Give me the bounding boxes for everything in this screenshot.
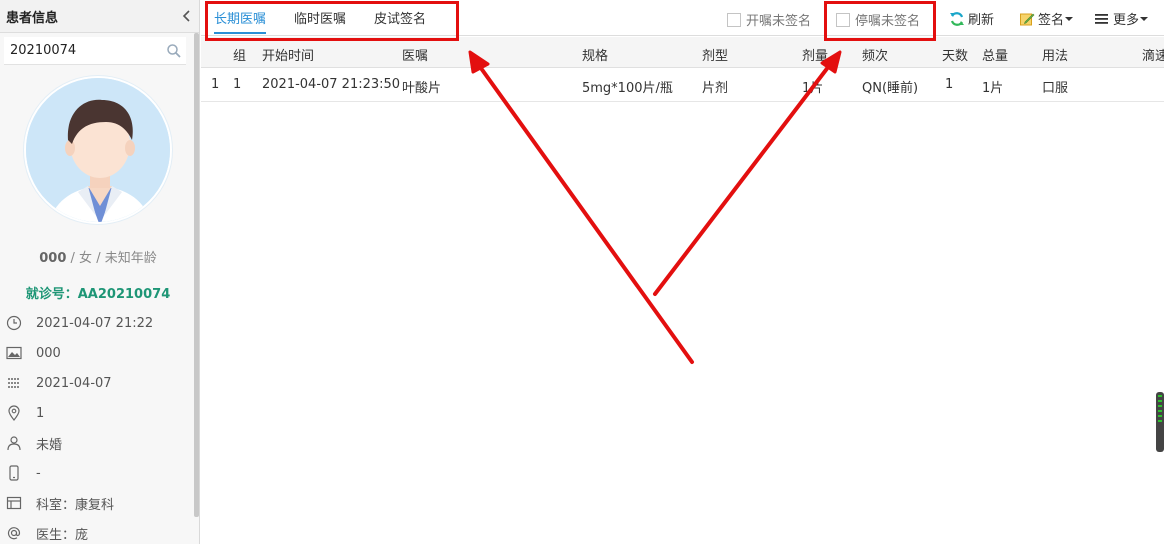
- checkbox-label: 开嘱未签名: [746, 14, 812, 29]
- tab-skin-test-sign[interactable]: 皮试签名: [374, 8, 426, 34]
- cell-dose: 1片: [802, 81, 824, 96]
- info-row-admit-time: 2021-04-07 21:22: [6, 313, 153, 333]
- refresh-button[interactable]: 刷新: [949, 9, 994, 28]
- sign-label: 签名: [1038, 13, 1065, 28]
- patient-gender: 女: [79, 251, 93, 266]
- checkbox-box[interactable]: [836, 12, 850, 27]
- info-text: -: [36, 465, 41, 481]
- more-dropdown-button[interactable]: 更多: [1094, 9, 1152, 28]
- clock-icon: [6, 315, 22, 331]
- sidebar-scrollbar[interactable]: [194, 33, 199, 517]
- at-icon: [7, 527, 21, 540]
- info-text: 医生：庞: [36, 527, 89, 543]
- patient-search-box: [4, 37, 186, 65]
- chevron-down-icon: [1065, 16, 1074, 21]
- column-header-start-time[interactable]: 开始时间: [262, 45, 314, 64]
- sidebar-title: 患者信息: [0, 0, 199, 33]
- chevron-down-icon: [1140, 16, 1149, 21]
- cell-usage: 口服: [1042, 81, 1069, 96]
- info-text: 000: [36, 345, 61, 361]
- cell-group: 1: [233, 77, 242, 92]
- column-header-total[interactable]: 总量: [982, 45, 1008, 64]
- avatar: [24, 76, 172, 224]
- column-header-usage[interactable]: 用法: [1042, 45, 1068, 64]
- sign-dropdown-button[interactable]: 签名: [1019, 9, 1077, 28]
- info-text: 科室：康复科: [36, 497, 115, 513]
- cell-days: 1: [945, 77, 954, 92]
- doctor-avatar-icon: [26, 78, 170, 222]
- patient-info-sidebar: 患者信息 000 / 女 / 未: [0, 0, 200, 544]
- column-header-group[interactable]: 组: [233, 45, 246, 64]
- cell-form: 片剂: [702, 81, 729, 96]
- cell-frequency: QN(睡前): [862, 81, 919, 96]
- search-icon[interactable]: [166, 43, 182, 59]
- column-header-dose[interactable]: 剂量: [802, 45, 828, 64]
- column-header-frequency[interactable]: 频次: [862, 45, 888, 64]
- column-header-spec[interactable]: 规格: [582, 45, 608, 64]
- phone-icon: [9, 465, 19, 481]
- visit-number-value: AA20210074: [77, 287, 171, 302]
- checkbox-label: 停嘱未签名: [855, 14, 921, 29]
- person-icon: [7, 436, 21, 451]
- menu-icon: [1095, 13, 1108, 24]
- orders-table-header: 组 开始时间 医嘱 规格 剂型 剂量 频次 天数 总量 用法 滴速: [201, 37, 1164, 68]
- refresh-icon: [950, 11, 964, 26]
- column-header-days[interactable]: 天数: [942, 45, 968, 64]
- checkbox-box[interactable]: [727, 12, 741, 27]
- info-row-date: 2021-04-07: [6, 373, 112, 393]
- cell-start-time: 2021-04-07 21:23:50: [262, 77, 401, 92]
- calendar-icon: [8, 378, 19, 388]
- table-row[interactable]: 1 1 2021-04-07 21:23:50 叶酸片 5mg*100片/瓶 片…: [201, 69, 1164, 102]
- info-row-department: 科室：康复科: [6, 493, 114, 513]
- summary-separator: /: [66, 251, 80, 266]
- patient-code: 000: [39, 251, 67, 266]
- department-icon: [6, 496, 22, 510]
- visit-number-label: 就诊号：: [25, 287, 78, 302]
- info-row-doctor: 医生：庞: [6, 523, 88, 543]
- patient-summary: 000 / 女 / 未知年龄: [0, 247, 196, 266]
- info-text: 2021-04-07 21:22: [36, 315, 154, 331]
- row-number: 1: [211, 77, 220, 92]
- info-row-phone: -: [6, 463, 41, 483]
- tab-long-term-orders[interactable]: 长期医嘱: [214, 8, 267, 34]
- checkbox-start-unsigned[interactable]: 开嘱未签名: [727, 10, 811, 29]
- patient-age: 未知年龄: [104, 251, 157, 266]
- patient-search-input[interactable]: [4, 37, 154, 63]
- collapse-left-icon[interactable]: [180, 7, 194, 25]
- side-handle-scrollbar[interactable]: [1156, 392, 1164, 452]
- cell-order: 叶酸片: [402, 81, 442, 96]
- column-header-drip-rate[interactable]: 滴速: [1142, 45, 1164, 64]
- cell-total: 1片: [982, 81, 1004, 96]
- info-text: 2021-04-07: [36, 375, 112, 391]
- info-row-marital: 未婚: [6, 433, 62, 453]
- refresh-label: 刷新: [968, 13, 995, 28]
- orders-panel: 长期医嘱 临时医嘱 皮试签名 开嘱未签名 停嘱未签名 刷新 签名 更多 组 开始…: [201, 0, 1164, 544]
- checkbox-stop-unsigned[interactable]: 停嘱未签名: [836, 10, 920, 29]
- column-header-form[interactable]: 剂型: [702, 45, 728, 64]
- summary-separator: /: [92, 251, 105, 266]
- info-text: 未婚: [36, 437, 63, 453]
- info-text: 1: [36, 405, 45, 421]
- info-row-bed: 1: [6, 403, 44, 423]
- info-row-image: 000: [6, 343, 61, 363]
- more-label: 更多: [1113, 13, 1140, 28]
- column-header-order[interactable]: 医嘱: [402, 45, 428, 64]
- image-icon: [6, 346, 22, 360]
- cell-spec: 5mg*100片/瓶: [582, 81, 673, 96]
- location-icon: [8, 405, 20, 421]
- sign-pencil-icon: [1020, 13, 1035, 25]
- orders-toolbar: 长期医嘱 临时医嘱 皮试签名 开嘱未签名 停嘱未签名 刷新 签名 更多: [201, 0, 1164, 36]
- tab-temporary-orders[interactable]: 临时医嘱: [294, 8, 346, 34]
- visit-number: 就诊号：AA20210074: [0, 283, 196, 302]
